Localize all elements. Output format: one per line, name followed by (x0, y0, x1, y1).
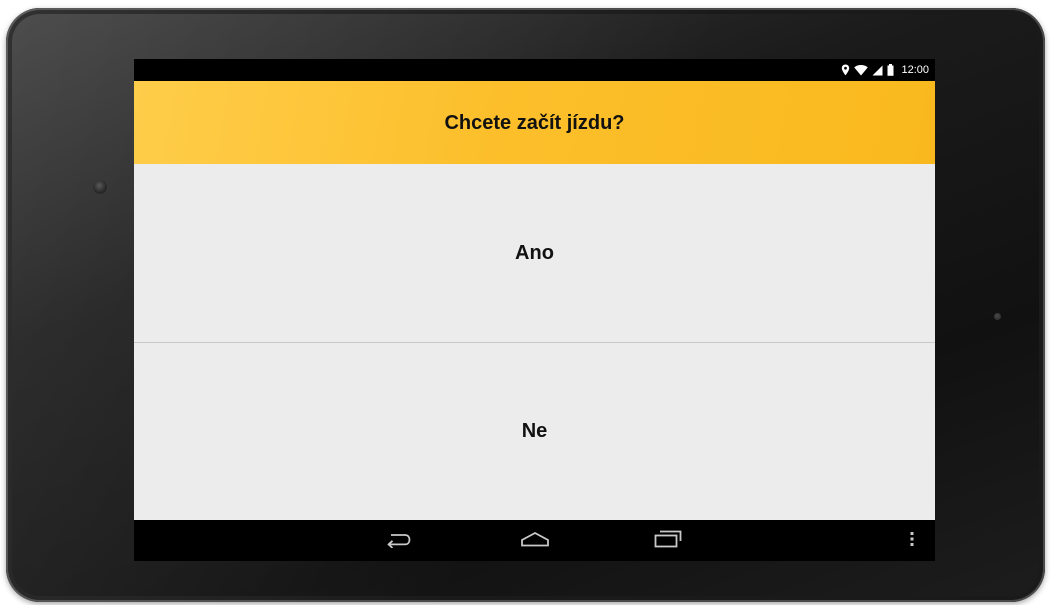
home-icon (520, 531, 550, 552)
front-camera-icon (93, 180, 107, 194)
wifi-icon (854, 64, 869, 76)
options-list: Ano Ne (134, 164, 935, 520)
recents-button[interactable] (648, 528, 688, 554)
overflow-menu-icon (910, 531, 914, 552)
overflow-menu-button[interactable] (902, 528, 922, 554)
yes-button[interactable]: Ano (134, 164, 935, 342)
device-screen: 12:00 Chcete začít jízdu? Ano Ne (134, 59, 935, 561)
page-title: Chcete začít jízdu? (444, 112, 625, 134)
no-button[interactable]: Ne (134, 343, 935, 520)
location-icon (841, 64, 850, 76)
back-button[interactable] (378, 528, 418, 554)
back-icon (385, 530, 411, 553)
yes-button-label: Ano (515, 241, 554, 264)
cell-signal-icon (872, 65, 883, 76)
no-button-label: Ne (521, 420, 548, 442)
battery-icon (887, 64, 894, 76)
status-icons: 12:00 (841, 62, 929, 78)
sensor-icon (994, 313, 1001, 320)
status-time: 12:00 (901, 64, 929, 76)
recents-icon (654, 530, 682, 553)
app-header: Chcete začít jízdu? (134, 81, 935, 164)
status-bar: 12:00 (134, 59, 935, 81)
navigation-bar (134, 520, 935, 561)
home-button[interactable] (515, 528, 555, 554)
